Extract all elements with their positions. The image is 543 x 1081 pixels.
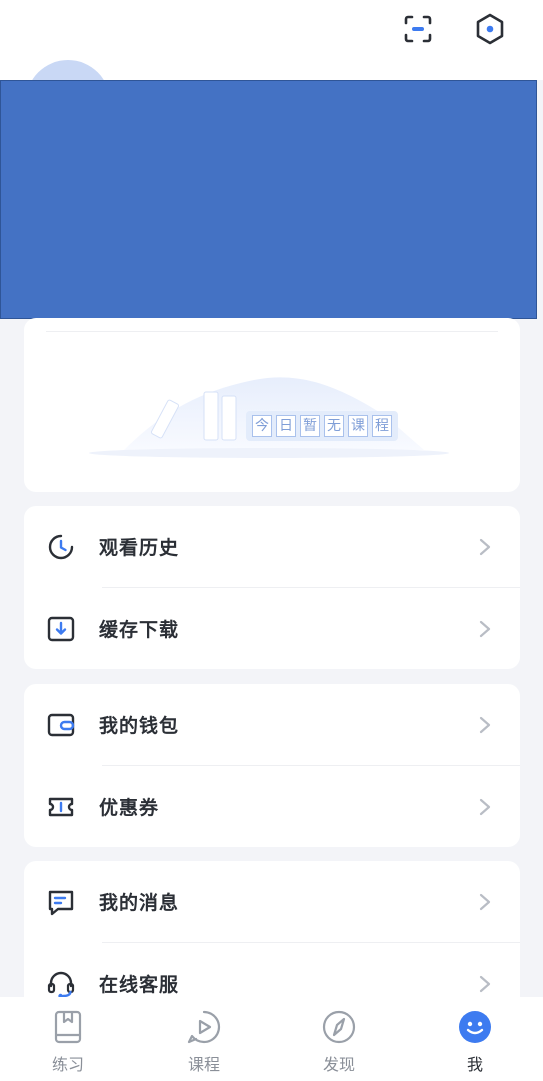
download-icon <box>46 614 76 644</box>
settings-hex-icon[interactable] <box>473 12 507 46</box>
scan-icon[interactable] <box>401 12 435 46</box>
bottom-tab-bar: 练习 课程 发现 我 <box>0 997 543 1081</box>
menu-group-media: 观看历史 缓存下载 <box>24 506 520 669</box>
compass-icon <box>321 1009 357 1045</box>
book-icon <box>50 1009 86 1045</box>
chevron-right-icon <box>478 715 492 735</box>
menu-item-label: 缓存下载 <box>99 619 180 641</box>
menu-item-label: 优惠券 <box>99 797 160 819</box>
chevron-right-icon <box>478 892 492 912</box>
play-icon <box>186 1009 222 1045</box>
wallet-icon <box>46 710 76 740</box>
tab-courses[interactable]: 课程 <box>164 1009 244 1075</box>
tab-discover[interactable]: 发现 <box>299 1009 379 1075</box>
message-icon <box>46 887 76 917</box>
today-course-card: 今 日 暂 无 课 程 <box>24 318 520 492</box>
menu-item-label: 我的钱包 <box>99 715 180 737</box>
tab-practice[interactable]: 练习 <box>28 1009 108 1075</box>
tab-label: 发现 <box>322 1055 355 1074</box>
profile-icon <box>457 1009 493 1045</box>
chevron-right-icon <box>478 537 492 557</box>
headset-icon <box>46 969 76 999</box>
menu-item-label: 在线客服 <box>99 974 180 996</box>
divider <box>46 331 498 332</box>
chevron-right-icon <box>478 974 492 994</box>
menu-group-finance: 我的钱包 优惠券 <box>24 684 520 847</box>
coupon-icon <box>46 792 76 822</box>
tab-label: 课程 <box>187 1055 220 1074</box>
coupon-item[interactable]: 优惠券 <box>24 766 520 847</box>
cache-download-item[interactable]: 缓存下载 <box>24 588 520 669</box>
menu-item-label: 观看历史 <box>99 537 180 559</box>
menu-item-label: 我的消息 <box>99 892 180 914</box>
clock-history-icon <box>46 532 76 562</box>
tab-label: 练习 <box>51 1055 84 1074</box>
my-messages-item[interactable]: 我的消息 <box>24 861 520 942</box>
my-wallet-item[interactable]: 我的钱包 <box>24 684 520 765</box>
watch-history-item[interactable]: 观看历史 <box>24 506 520 587</box>
tab-label: 我 <box>466 1055 483 1074</box>
chevron-right-icon <box>478 797 492 817</box>
no-course-today-label: 今 日 暂 无 课 程 <box>246 411 398 441</box>
chevron-right-icon <box>478 619 492 639</box>
redacted-profile-area <box>0 80 537 319</box>
tab-me[interactable]: 我 <box>435 1009 515 1075</box>
